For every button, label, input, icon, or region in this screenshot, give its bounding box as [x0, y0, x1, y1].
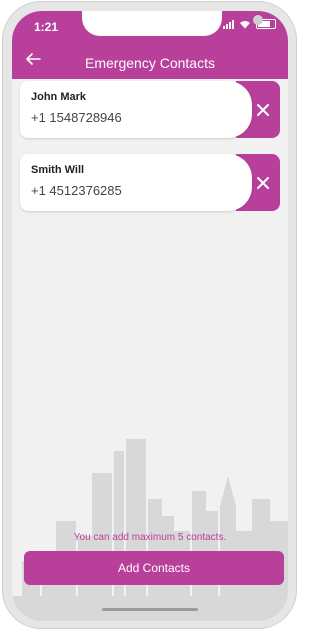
city-skyline-illustration [12, 439, 288, 621]
notch [82, 11, 263, 36]
close-icon [257, 176, 269, 189]
contact-name: John Mark [31, 91, 87, 103]
close-icon [257, 103, 269, 116]
add-contacts-button[interactable]: Add Contacts [24, 551, 284, 585]
contact-info: Smith Will +1 4512376285 [20, 154, 252, 211]
app-screen: 1:21 Emergency Contacts John Mark +1 154… [12, 11, 288, 621]
contact-card: John Mark +1 1548728946 [20, 81, 280, 138]
contact-name: Smith Will [31, 164, 85, 176]
status-time: 1:21 [34, 20, 59, 34]
phone-frame: 1:21 Emergency Contacts John Mark +1 154… [3, 2, 296, 628]
page-title: Emergency Contacts [85, 55, 215, 71]
home-indicator [102, 608, 198, 611]
contact-card: Smith Will +1 4512376285 [20, 154, 280, 211]
contact-phone: +1 1548728946 [31, 110, 122, 125]
camera-icon [253, 15, 263, 25]
contact-info: John Mark +1 1548728946 [20, 81, 252, 138]
contact-phone: +1 4512376285 [31, 183, 122, 198]
signal-icon [223, 19, 234, 29]
status-icons [223, 19, 276, 29]
wifi-icon [240, 20, 250, 28]
max-contacts-notice: You can add maximum 5 contacts. [73, 532, 227, 543]
